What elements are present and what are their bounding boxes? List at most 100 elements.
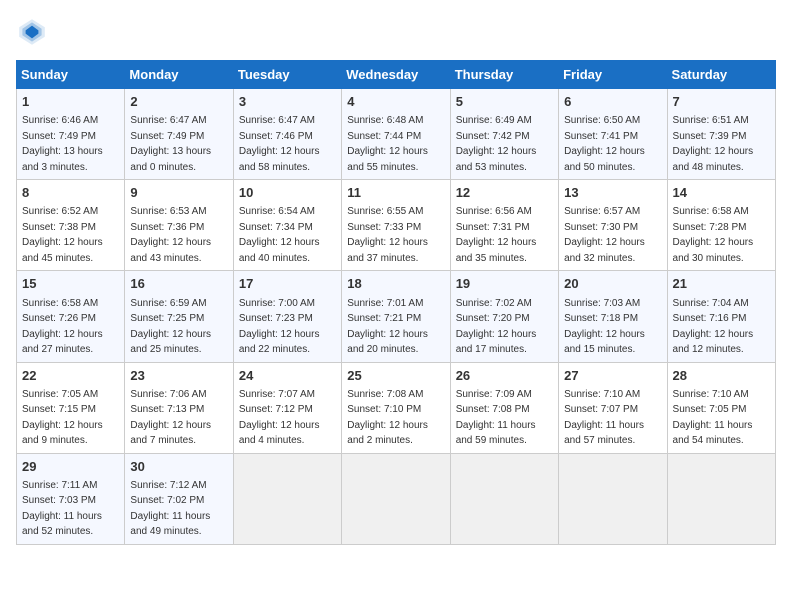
day-info: Sunrise: 7:01 AMSunset: 7:21 PMDaylight:… bbox=[347, 298, 428, 356]
calendar-cell: 8 Sunrise: 6:52 AMSunset: 7:38 PMDayligh… bbox=[17, 180, 125, 271]
column-header-thursday: Thursday bbox=[450, 61, 558, 89]
day-info: Sunrise: 7:02 AMSunset: 7:20 PMDaylight:… bbox=[456, 298, 537, 356]
day-info: Sunrise: 7:03 AMSunset: 7:18 PMDaylight:… bbox=[564, 298, 645, 356]
calendar-cell: 22 Sunrise: 7:05 AMSunset: 7:15 PMDaylig… bbox=[17, 362, 125, 453]
column-header-sunday: Sunday bbox=[17, 61, 125, 89]
calendar-cell: 30 Sunrise: 7:12 AMSunset: 7:02 PMDaylig… bbox=[125, 453, 233, 544]
day-number: 17 bbox=[239, 275, 336, 293]
day-info: Sunrise: 6:47 AMSunset: 7:46 PMDaylight:… bbox=[239, 115, 320, 173]
day-number: 21 bbox=[673, 275, 770, 293]
calendar-header-row: SundayMondayTuesdayWednesdayThursdayFrid… bbox=[17, 61, 776, 89]
day-number: 9 bbox=[130, 184, 227, 202]
calendar-cell: 5 Sunrise: 6:49 AMSunset: 7:42 PMDayligh… bbox=[450, 89, 558, 180]
calendar-cell: 2 Sunrise: 6:47 AMSunset: 7:49 PMDayligh… bbox=[125, 89, 233, 180]
day-number: 18 bbox=[347, 275, 444, 293]
day-number: 5 bbox=[456, 93, 553, 111]
column-header-saturday: Saturday bbox=[667, 61, 775, 89]
calendar-cell bbox=[342, 453, 450, 544]
day-info: Sunrise: 6:52 AMSunset: 7:38 PMDaylight:… bbox=[22, 206, 103, 264]
day-number: 22 bbox=[22, 367, 119, 385]
day-number: 23 bbox=[130, 367, 227, 385]
day-info: Sunrise: 6:58 AMSunset: 7:26 PMDaylight:… bbox=[22, 298, 103, 356]
calendar-week-row: 15 Sunrise: 6:58 AMSunset: 7:26 PMDaylig… bbox=[17, 271, 776, 362]
calendar-cell: 3 Sunrise: 6:47 AMSunset: 7:46 PMDayligh… bbox=[233, 89, 341, 180]
day-number: 4 bbox=[347, 93, 444, 111]
calendar-cell: 6 Sunrise: 6:50 AMSunset: 7:41 PMDayligh… bbox=[559, 89, 667, 180]
day-number: 24 bbox=[239, 367, 336, 385]
day-number: 25 bbox=[347, 367, 444, 385]
day-info: Sunrise: 6:55 AMSunset: 7:33 PMDaylight:… bbox=[347, 206, 428, 264]
calendar-cell: 23 Sunrise: 7:06 AMSunset: 7:13 PMDaylig… bbox=[125, 362, 233, 453]
day-info: Sunrise: 7:00 AMSunset: 7:23 PMDaylight:… bbox=[239, 298, 320, 356]
page-header bbox=[16, 16, 776, 48]
calendar-week-row: 22 Sunrise: 7:05 AMSunset: 7:15 PMDaylig… bbox=[17, 362, 776, 453]
day-number: 12 bbox=[456, 184, 553, 202]
logo bbox=[16, 16, 52, 48]
calendar-cell: 20 Sunrise: 7:03 AMSunset: 7:18 PMDaylig… bbox=[559, 271, 667, 362]
day-number: 30 bbox=[130, 458, 227, 476]
column-header-friday: Friday bbox=[559, 61, 667, 89]
day-info: Sunrise: 7:12 AMSunset: 7:02 PMDaylight:… bbox=[130, 480, 210, 538]
calendar-cell: 13 Sunrise: 6:57 AMSunset: 7:30 PMDaylig… bbox=[559, 180, 667, 271]
day-number: 20 bbox=[564, 275, 661, 293]
calendar-cell: 27 Sunrise: 7:10 AMSunset: 7:07 PMDaylig… bbox=[559, 362, 667, 453]
day-info: Sunrise: 6:54 AMSunset: 7:34 PMDaylight:… bbox=[239, 206, 320, 264]
calendar-cell: 7 Sunrise: 6:51 AMSunset: 7:39 PMDayligh… bbox=[667, 89, 775, 180]
day-info: Sunrise: 6:48 AMSunset: 7:44 PMDaylight:… bbox=[347, 115, 428, 173]
day-number: 14 bbox=[673, 184, 770, 202]
day-number: 1 bbox=[22, 93, 119, 111]
calendar-cell bbox=[450, 453, 558, 544]
calendar-cell: 17 Sunrise: 7:00 AMSunset: 7:23 PMDaylig… bbox=[233, 271, 341, 362]
calendar-cell: 29 Sunrise: 7:11 AMSunset: 7:03 PMDaylig… bbox=[17, 453, 125, 544]
day-number: 8 bbox=[22, 184, 119, 202]
calendar-cell: 4 Sunrise: 6:48 AMSunset: 7:44 PMDayligh… bbox=[342, 89, 450, 180]
day-number: 26 bbox=[456, 367, 553, 385]
day-info: Sunrise: 6:49 AMSunset: 7:42 PMDaylight:… bbox=[456, 115, 537, 173]
day-number: 7 bbox=[673, 93, 770, 111]
calendar-cell: 24 Sunrise: 7:07 AMSunset: 7:12 PMDaylig… bbox=[233, 362, 341, 453]
day-number: 19 bbox=[456, 275, 553, 293]
day-number: 29 bbox=[22, 458, 119, 476]
day-number: 13 bbox=[564, 184, 661, 202]
logo-icon bbox=[16, 16, 48, 48]
day-info: Sunrise: 7:10 AMSunset: 7:05 PMDaylight:… bbox=[673, 389, 753, 447]
day-info: Sunrise: 6:56 AMSunset: 7:31 PMDaylight:… bbox=[456, 206, 537, 264]
calendar-table: SundayMondayTuesdayWednesdayThursdayFrid… bbox=[16, 60, 776, 545]
day-number: 11 bbox=[347, 184, 444, 202]
calendar-week-row: 8 Sunrise: 6:52 AMSunset: 7:38 PMDayligh… bbox=[17, 180, 776, 271]
day-number: 28 bbox=[673, 367, 770, 385]
calendar-week-row: 1 Sunrise: 6:46 AMSunset: 7:49 PMDayligh… bbox=[17, 89, 776, 180]
day-info: Sunrise: 7:08 AMSunset: 7:10 PMDaylight:… bbox=[347, 389, 428, 447]
day-info: Sunrise: 7:04 AMSunset: 7:16 PMDaylight:… bbox=[673, 298, 754, 356]
day-info: Sunrise: 7:09 AMSunset: 7:08 PMDaylight:… bbox=[456, 389, 536, 447]
day-info: Sunrise: 7:07 AMSunset: 7:12 PMDaylight:… bbox=[239, 389, 320, 447]
calendar-cell: 19 Sunrise: 7:02 AMSunset: 7:20 PMDaylig… bbox=[450, 271, 558, 362]
calendar-cell: 18 Sunrise: 7:01 AMSunset: 7:21 PMDaylig… bbox=[342, 271, 450, 362]
day-info: Sunrise: 6:50 AMSunset: 7:41 PMDaylight:… bbox=[564, 115, 645, 173]
calendar-cell: 25 Sunrise: 7:08 AMSunset: 7:10 PMDaylig… bbox=[342, 362, 450, 453]
day-info: Sunrise: 6:46 AMSunset: 7:49 PMDaylight:… bbox=[22, 115, 103, 173]
calendar-cell: 21 Sunrise: 7:04 AMSunset: 7:16 PMDaylig… bbox=[667, 271, 775, 362]
day-info: Sunrise: 6:58 AMSunset: 7:28 PMDaylight:… bbox=[673, 206, 754, 264]
day-number: 15 bbox=[22, 275, 119, 293]
day-info: Sunrise: 7:10 AMSunset: 7:07 PMDaylight:… bbox=[564, 389, 644, 447]
calendar-cell: 14 Sunrise: 6:58 AMSunset: 7:28 PMDaylig… bbox=[667, 180, 775, 271]
day-info: Sunrise: 6:57 AMSunset: 7:30 PMDaylight:… bbox=[564, 206, 645, 264]
column-header-tuesday: Tuesday bbox=[233, 61, 341, 89]
calendar-cell bbox=[233, 453, 341, 544]
calendar-cell: 1 Sunrise: 6:46 AMSunset: 7:49 PMDayligh… bbox=[17, 89, 125, 180]
day-info: Sunrise: 7:05 AMSunset: 7:15 PMDaylight:… bbox=[22, 389, 103, 447]
calendar-cell: 16 Sunrise: 6:59 AMSunset: 7:25 PMDaylig… bbox=[125, 271, 233, 362]
day-info: Sunrise: 7:06 AMSunset: 7:13 PMDaylight:… bbox=[130, 389, 211, 447]
day-number: 10 bbox=[239, 184, 336, 202]
calendar-cell: 15 Sunrise: 6:58 AMSunset: 7:26 PMDaylig… bbox=[17, 271, 125, 362]
day-number: 2 bbox=[130, 93, 227, 111]
day-info: Sunrise: 6:51 AMSunset: 7:39 PMDaylight:… bbox=[673, 115, 754, 173]
calendar-cell: 12 Sunrise: 6:56 AMSunset: 7:31 PMDaylig… bbox=[450, 180, 558, 271]
calendar-cell: 11 Sunrise: 6:55 AMSunset: 7:33 PMDaylig… bbox=[342, 180, 450, 271]
calendar-week-row: 29 Sunrise: 7:11 AMSunset: 7:03 PMDaylig… bbox=[17, 453, 776, 544]
calendar-cell: 28 Sunrise: 7:10 AMSunset: 7:05 PMDaylig… bbox=[667, 362, 775, 453]
day-info: Sunrise: 6:47 AMSunset: 7:49 PMDaylight:… bbox=[130, 115, 211, 173]
day-number: 16 bbox=[130, 275, 227, 293]
calendar-cell: 9 Sunrise: 6:53 AMSunset: 7:36 PMDayligh… bbox=[125, 180, 233, 271]
